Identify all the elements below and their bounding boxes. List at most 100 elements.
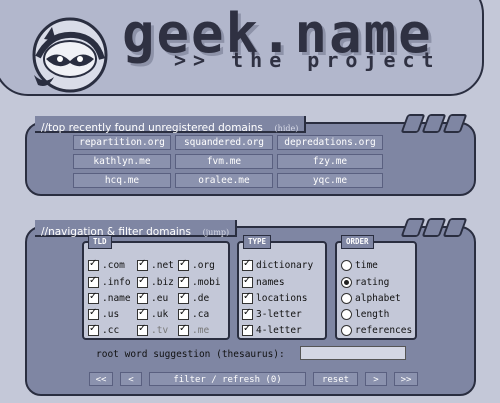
reset-button[interactable]: reset (313, 372, 358, 386)
last-page-button[interactable]: >> (394, 372, 418, 386)
option-label: .name (102, 293, 131, 304)
jump-link[interactable]: (jump) (203, 228, 230, 237)
checkbox[interactable] (137, 258, 148, 271)
radio-button[interactable] (341, 260, 352, 271)
option-label: 3-letter (256, 309, 302, 320)
suggestion-input[interactable] (300, 346, 406, 360)
suggestion-label: root word suggestion (thesaurus): (96, 349, 285, 360)
checkbox[interactable] (137, 307, 148, 320)
domain-link[interactable]: kathlyn.me (73, 154, 171, 169)
hide-link[interactable]: (hide) (275, 124, 299, 133)
checkbox[interactable] (178, 291, 189, 304)
checkbox[interactable] (178, 307, 189, 320)
option-label: .me (192, 325, 210, 336)
checkbox[interactable] (178, 323, 189, 336)
domain-link[interactable]: fzy.me (277, 154, 383, 169)
tld-option[interactable]: .de (178, 291, 210, 304)
type-option[interactable]: names (242, 275, 285, 288)
type-option[interactable]: dictionary (242, 258, 314, 271)
option-label: length (355, 309, 390, 320)
tld-option[interactable]: .eu (137, 291, 168, 304)
domain-list: repartition.org squandered.org depredation… (73, 135, 383, 188)
domain-link[interactable]: hcq.me (73, 173, 171, 188)
option-label: .us (102, 309, 120, 320)
tld-legend: TLD (88, 235, 112, 249)
order-option[interactable]: rating (341, 277, 389, 288)
radio-button[interactable] (341, 309, 352, 320)
tld-option[interactable]: .mobi (178, 275, 221, 288)
tld-option[interactable]: .biz (137, 275, 174, 288)
domain-link[interactable]: oralee.me (175, 173, 273, 188)
option-label: .biz (151, 277, 174, 288)
checkbox[interactable] (242, 275, 253, 288)
tld-option[interactable]: .info (88, 275, 131, 288)
option-label: 4-letter (256, 325, 302, 336)
order-option[interactable]: references (341, 325, 412, 336)
type-option[interactable]: locations (242, 291, 307, 304)
checkbox[interactable] (242, 258, 253, 271)
tld-option[interactable]: .us (88, 307, 120, 320)
checkbox[interactable] (178, 275, 189, 288)
tld-option[interactable]: .ca (178, 307, 210, 320)
tld-option[interactable]: .cc (88, 323, 120, 336)
order-legend: ORDER (341, 235, 374, 249)
order-option[interactable]: alphabet (341, 293, 401, 304)
site-subtitle: >> the project (174, 48, 441, 72)
order-option[interactable]: length (341, 309, 389, 320)
tld-option[interactable]: .org (178, 258, 215, 271)
tld-option[interactable]: .name (88, 291, 131, 304)
option-label: .de (192, 293, 210, 304)
type-option[interactable]: 3-letter (242, 307, 302, 320)
checkbox[interactable] (88, 323, 99, 336)
option-label: .com (102, 260, 125, 271)
prev-page-button[interactable]: < (120, 372, 142, 386)
domain-link[interactable]: squandered.org (175, 135, 273, 150)
domain-link[interactable]: depredations.org (277, 135, 383, 150)
tld-option[interactable]: .me (178, 323, 210, 336)
option-label: time (355, 260, 378, 271)
raccoon-icon (30, 15, 110, 99)
option-label: .cc (102, 325, 120, 336)
checkbox[interactable] (88, 258, 99, 271)
option-label: .tv (151, 325, 169, 336)
panel-tab (442, 218, 468, 237)
option-label: dictionary (256, 260, 314, 271)
domain-link[interactable]: fvm.me (175, 154, 273, 169)
radio-button[interactable] (341, 293, 352, 304)
checkbox[interactable] (88, 291, 99, 304)
tld-option[interactable]: .tv (137, 323, 169, 336)
tld-option[interactable]: .com (88, 258, 125, 271)
option-label: references (355, 325, 413, 336)
navigation-title-text: //navigation & filter domains (41, 226, 191, 238)
tld-option[interactable]: .uk (137, 307, 168, 320)
panel-tabs (400, 114, 468, 137)
checkbox[interactable] (137, 291, 148, 304)
tld-option[interactable]: .net (137, 258, 174, 271)
option-label: .org (192, 260, 215, 271)
checkbox[interactable] (242, 323, 253, 336)
navigation-panel-title: //navigation & filter domains (jump) (35, 220, 238, 238)
radio-button[interactable] (341, 325, 352, 336)
checkbox[interactable] (88, 275, 99, 288)
checkbox[interactable] (178, 258, 189, 271)
panel-tabs (400, 218, 468, 241)
option-label: rating (355, 277, 390, 288)
checkbox[interactable] (242, 291, 253, 304)
option-label: names (256, 277, 285, 288)
option-label: .ca (192, 309, 210, 320)
domain-link[interactable]: yqc.me (277, 173, 383, 188)
option-label: .net (151, 260, 174, 271)
radio-button[interactable] (341, 277, 352, 288)
order-option[interactable]: time (341, 260, 378, 271)
filter-refresh-button[interactable]: filter / refresh (0) (149, 372, 306, 386)
first-page-button[interactable]: << (89, 372, 113, 386)
type-legend: TYPE (243, 235, 272, 249)
checkbox[interactable] (242, 307, 253, 320)
type-option[interactable]: 4-letter (242, 323, 302, 336)
panel-tab (442, 114, 468, 133)
checkbox[interactable] (88, 307, 99, 320)
next-page-button[interactable]: > (365, 372, 387, 386)
checkbox[interactable] (137, 275, 148, 288)
checkbox[interactable] (137, 323, 148, 336)
domain-link[interactable]: repartition.org (73, 135, 171, 150)
